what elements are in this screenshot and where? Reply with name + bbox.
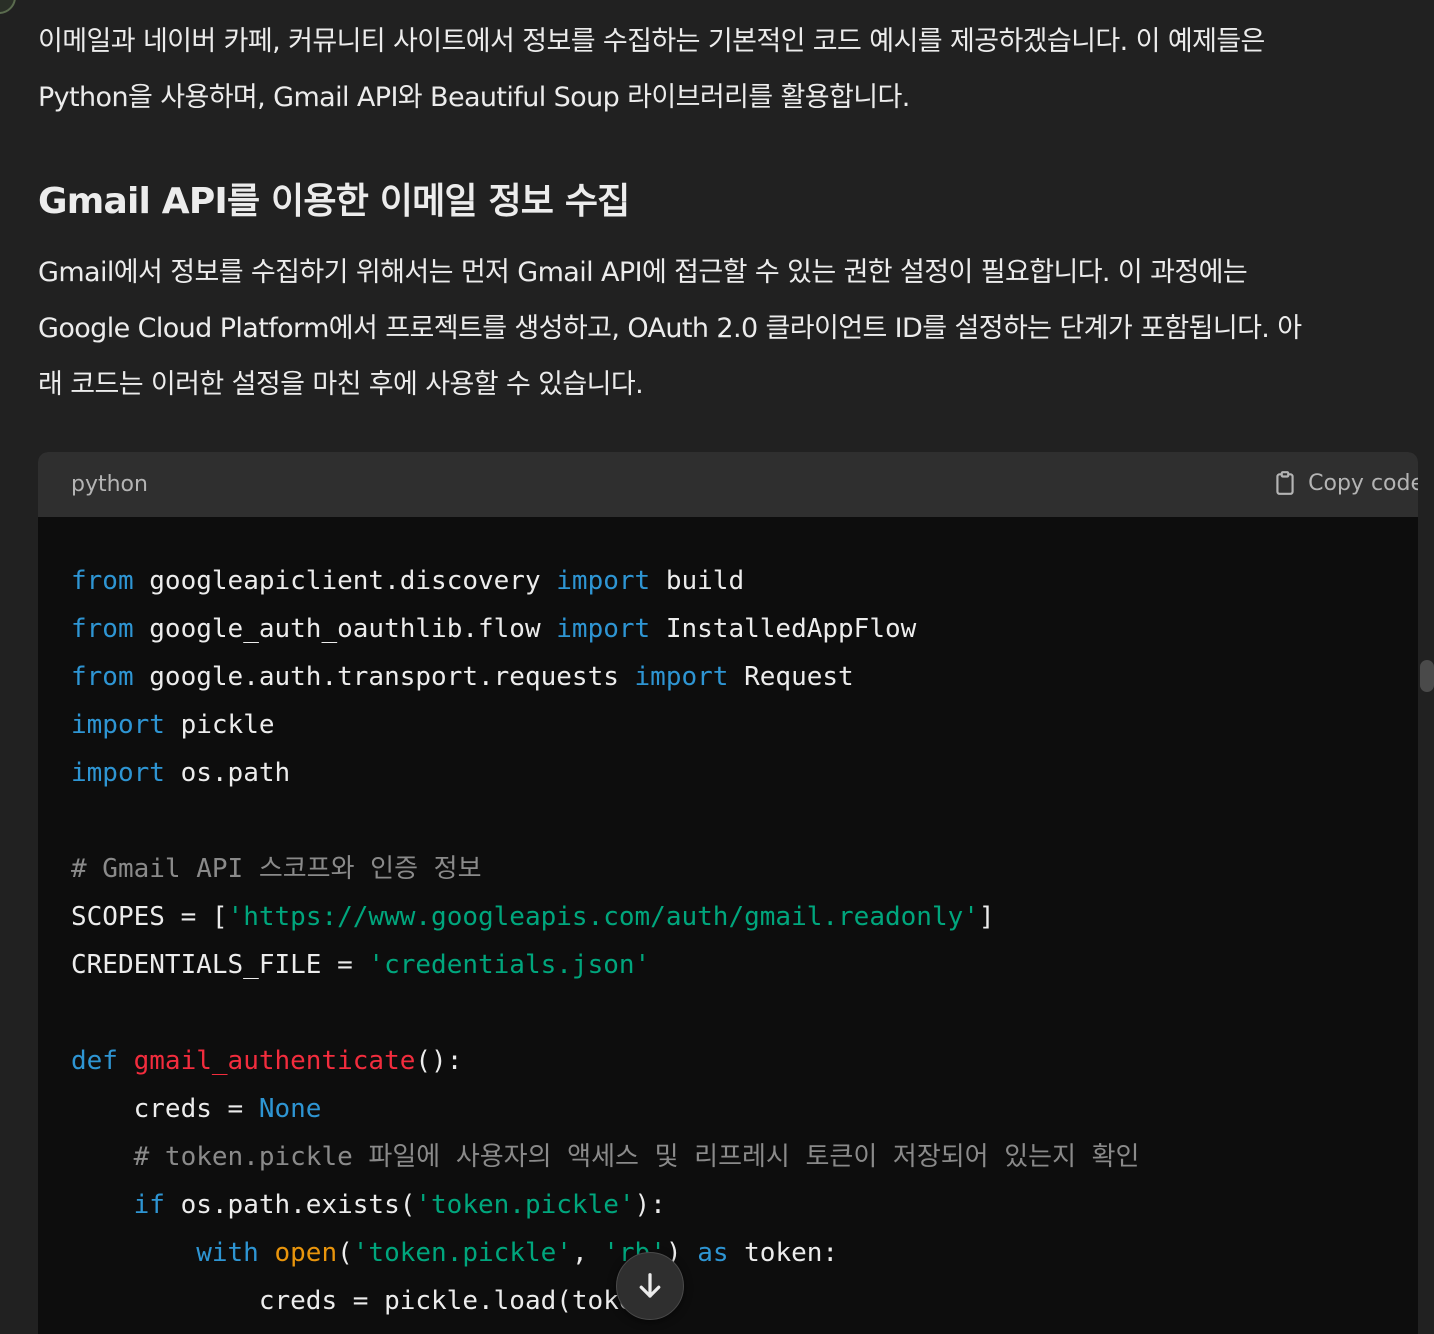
code-line: from google_auth_oauthlib.flow import In…: [71, 614, 917, 644]
copy-code-button[interactable]: Copy code: [1272, 470, 1418, 496]
code-content[interactable]: from googleapiclient.discovery import bu…: [38, 517, 1418, 1325]
code-line: if os.path.exists('token.pickle'):: [71, 1190, 666, 1220]
page-scrollbar[interactable]: [1420, 660, 1434, 692]
code-line: import os.path: [71, 758, 291, 788]
setup-line-2: Google Cloud Platform에서 프로젝트를 생성하고, OAut…: [38, 313, 1302, 344]
code-line: CREDENTIALS_FILE = 'credentials.json': [71, 950, 651, 980]
code-comment: # token.pickle 파일에 사용자의 액세스 및 리프레시 토큰이 저…: [71, 1142, 1140, 1172]
code-line: def gmail_authenticate():: [71, 1046, 463, 1076]
copy-code-label: Copy code: [1308, 470, 1418, 496]
intro-line-1: 이메일과 네이버 카페, 커뮤니티 사이트에서 정보를 수집하는 기본적인 코드…: [38, 26, 1265, 57]
setup-line-1: Gmail에서 정보를 수집하기 위해서는 먼저 Gmail API에 접근할 …: [38, 257, 1248, 288]
code-line: from google.auth.transport.requests impo…: [71, 662, 854, 692]
code-line: SCOPES = ['https://www.googleapis.com/au…: [71, 902, 995, 932]
section-heading: Gmail API를 이용한 이메일 정보 수집: [38, 181, 630, 222]
assistant-avatar: [0, 0, 16, 14]
clipboard-icon: [1276, 471, 1294, 495]
setup-paragraph: Gmail에서 정보를 수집하기 위해서는 먼저 Gmail API에 접근할 …: [38, 245, 1302, 413]
code-line: creds = pickle.load(token): [71, 1286, 666, 1316]
code-line: import pickle: [71, 710, 275, 740]
code-line: from googleapiclient.discovery import bu…: [71, 566, 745, 596]
arrow-down-icon: [639, 1273, 661, 1298]
code-line: creds = None: [71, 1094, 322, 1124]
code-line: with open('token.pickle', 'rb') as token…: [71, 1238, 839, 1268]
scroll-to-bottom-button[interactable]: [616, 1252, 684, 1320]
intro-paragraph: 이메일과 네이버 카페, 커뮤니티 사이트에서 정보를 수집하는 기본적인 코드…: [38, 14, 1265, 126]
code-block-header: python Copy code: [38, 452, 1418, 517]
code-block: python Copy code from googleapiclient.di…: [38, 452, 1418, 1334]
intro-line-2: Python을 사용하며, Gmail API와 Beautiful Soup …: [38, 82, 910, 113]
setup-line-3: 래 코드는 이러한 설정을 마친 후에 사용할 수 있습니다.: [38, 369, 644, 400]
code-comment: # Gmail API 스코프와 인증 정보: [71, 854, 482, 884]
code-language-label: python: [71, 472, 148, 497]
